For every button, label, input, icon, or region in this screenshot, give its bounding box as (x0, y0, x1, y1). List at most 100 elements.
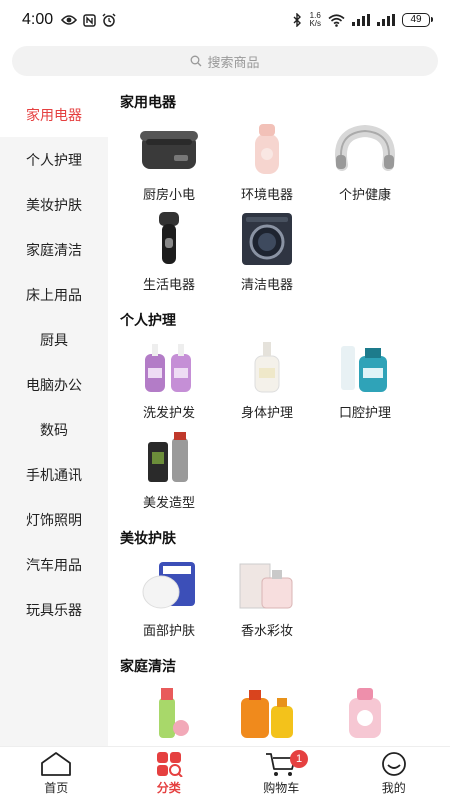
sidebar-item-label: 电脑办公 (26, 377, 82, 394)
category-label: 洗发护发 (142, 406, 195, 421)
sidebar-item-label: 数码 (40, 422, 68, 439)
section-title: 家用电器 (120, 95, 176, 111)
sidebar-item-toys[interactable]: 玩具乐器 (0, 587, 108, 632)
category-cell[interactable]: 个护健康 (316, 118, 414, 208)
category-cell[interactable]: 身体护理 (218, 336, 316, 426)
sidebar-item-computer-office[interactable]: 电脑办公 (0, 362, 108, 407)
category-grid-icon (156, 752, 183, 777)
profile-icon (381, 752, 406, 776)
sidebar-item-label: 灯饰照明 (26, 512, 82, 529)
sidebar-item-kitchenware[interactable]: 厨具 (0, 317, 108, 362)
status-time: 4:00 (22, 11, 54, 28)
hair-spray-image (137, 428, 201, 486)
shaver-image (137, 210, 201, 268)
nav-cart[interactable]: 1 购物车 (225, 747, 338, 800)
category-label: 个护健康 (338, 188, 391, 203)
sidebar-item-label: 汽车用品 (26, 557, 82, 574)
category-label: 面部护肤 (142, 624, 195, 639)
signal-icon-2 (377, 14, 395, 26)
section-personal-care: 个人护理 洗发护发 身体护理 口腔护理 美发造型 (108, 310, 450, 516)
category-cell[interactable]: 清洁电器 (218, 208, 316, 298)
nav-label: 分类 (156, 781, 181, 795)
sidebar-item-home-cleaning[interactable]: 家庭清洁 (0, 227, 108, 272)
rice-cooker-image (137, 120, 201, 178)
category-label: 身体护理 (240, 406, 293, 421)
battery-indicator: 49 (402, 13, 433, 27)
sidebar-item-label: 厨具 (40, 332, 68, 349)
face-mask-image (137, 556, 201, 614)
sidebar-item-label: 个人护理 (26, 152, 82, 169)
sidebar-item-label: 床上用品 (26, 287, 82, 304)
category-cell[interactable] (316, 682, 414, 746)
category-cell[interactable]: 美发造型 (120, 426, 218, 516)
section-title: 美妆护肤 (120, 531, 176, 547)
section-title: 个人护理 (120, 313, 176, 329)
cleaning-spray-image (137, 684, 201, 742)
category-cell[interactable]: 洗发护发 (120, 336, 218, 426)
washing-machine-image (235, 210, 299, 268)
category-sidebar: 家用电器 个人护理 美妆护肤 家庭清洁 床上用品 厨具 电脑办公 数码 手机通讯… (0, 92, 108, 746)
cart-badge: 1 (290, 750, 308, 768)
section-title: 家庭清洁 (120, 659, 176, 675)
category-label: 美发造型 (142, 496, 195, 511)
detergent-bottles-image (235, 684, 299, 742)
signal-icon (352, 14, 370, 26)
sidebar-item-mobile[interactable]: 手机通讯 (0, 452, 108, 497)
nav-label: 首页 (44, 781, 69, 795)
sidebar-item-home-appliances[interactable]: 家用电器 (0, 92, 108, 137)
network-speed: 1.6 K/s (309, 11, 321, 28)
wifi-icon (328, 13, 345, 27)
sidebar-item-label: 手机通讯 (26, 467, 82, 484)
humidifier-image (235, 120, 299, 178)
category-label: 口腔护理 (338, 406, 391, 421)
bluetooth-icon (293, 13, 302, 27)
category-cell[interactable]: 生活电器 (120, 208, 218, 298)
bottom-navigation: 首页 分类 1 购物车 我的 (0, 746, 450, 800)
shampoo-bottles-image (137, 338, 201, 396)
sidebar-item-label: 家用电器 (26, 107, 82, 124)
perfume-image (235, 556, 299, 614)
nav-label: 购物车 (263, 781, 300, 795)
category-cell[interactable]: 厨房小电 (120, 118, 218, 208)
section-home-appliances: 家用电器 厨房小电 环境电器 个护健康 生活电器 清洁电器 (108, 92, 450, 298)
section-beauty: 美妆护肤 面部护肤 香水彩妆 (108, 528, 450, 644)
category-label: 清洁电器 (240, 278, 293, 293)
body-lotion-image (235, 338, 299, 396)
search-placeholder: 搜索商品 (207, 55, 260, 71)
status-left-icons (61, 13, 116, 27)
sidebar-item-lighting[interactable]: 灯饰照明 (0, 497, 108, 542)
mouthwash-image (333, 338, 397, 396)
search-bar[interactable]: 搜索商品 (12, 46, 438, 76)
eye-icon (61, 15, 78, 25)
sidebar-item-auto[interactable]: 汽车用品 (0, 542, 108, 587)
section-home-cleaning: 家庭清洁 (108, 656, 450, 746)
category-cell[interactable] (120, 682, 218, 746)
category-label: 厨房小电 (142, 188, 195, 203)
nav-profile[interactable]: 我的 (338, 747, 450, 800)
sidebar-item-bedding[interactable]: 床上用品 (0, 272, 108, 317)
nav-category[interactable]: 分类 (113, 747, 226, 800)
nav-home[interactable]: 首页 (0, 747, 113, 800)
category-cell[interactable]: 香水彩妆 (218, 554, 316, 644)
category-cell[interactable]: 面部护肤 (120, 554, 218, 644)
category-cell[interactable] (218, 682, 316, 746)
category-cell[interactable]: 口腔护理 (316, 336, 414, 426)
sidebar-item-beauty[interactable]: 美妆护肤 (0, 182, 108, 227)
sidebar-item-personal-care[interactable]: 个人护理 (0, 137, 108, 182)
sidebar-item-label: 美妆护肤 (26, 197, 82, 214)
alarm-icon (102, 13, 116, 27)
nav-label: 我的 (381, 781, 406, 795)
nfc-icon (83, 13, 96, 27)
category-label: 香水彩妆 (240, 624, 293, 639)
category-cell[interactable]: 环境电器 (218, 118, 316, 208)
sidebar-item-digital[interactable]: 数码 (0, 407, 108, 452)
category-content: 家用电器 厨房小电 环境电器 个护健康 生活电器 清洁电器 个人护理 洗发护发 … (108, 80, 450, 746)
home-icon (41, 752, 72, 776)
laundry-liquid-image (333, 684, 397, 742)
sidebar-item-label: 玩具乐器 (26, 602, 82, 619)
sidebar-item-label: 家庭清洁 (26, 242, 82, 259)
category-label: 环境电器 (240, 188, 293, 203)
status-right-icons: 1.6 K/s 49 (293, 11, 433, 28)
search-icon (191, 55, 202, 67)
category-label: 生活电器 (142, 278, 195, 293)
